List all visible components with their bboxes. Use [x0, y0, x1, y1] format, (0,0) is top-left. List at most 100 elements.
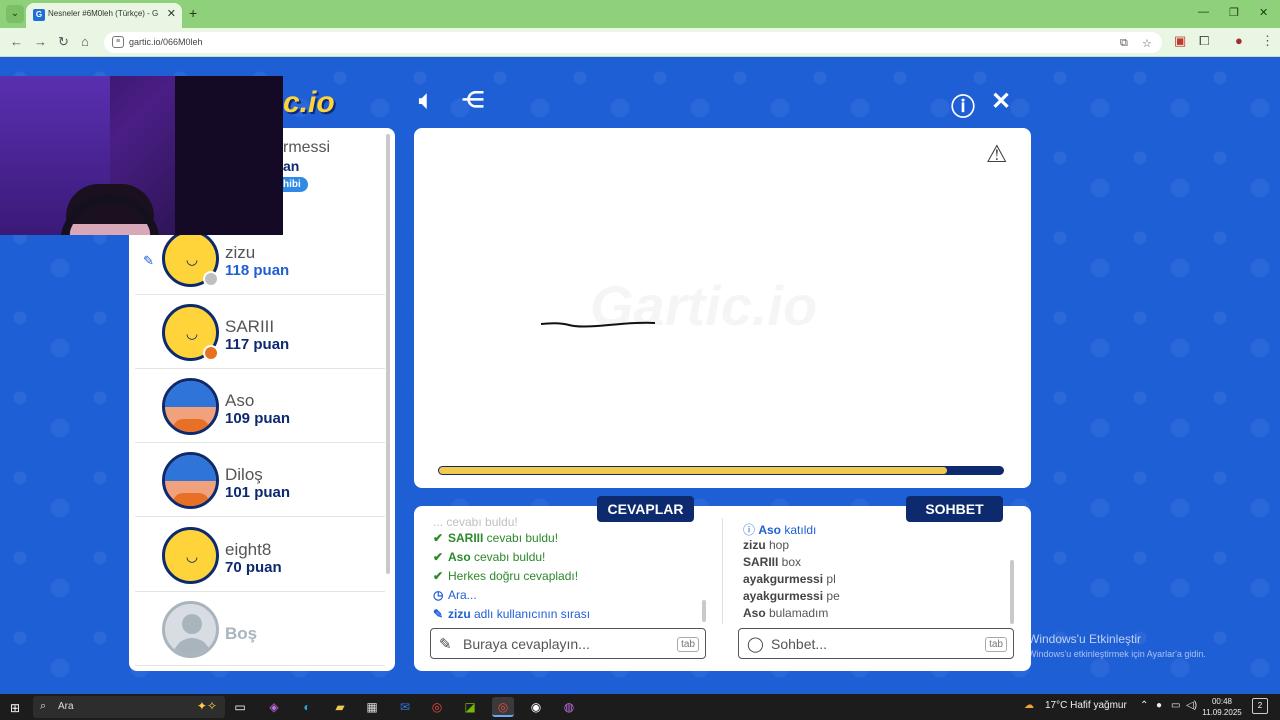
- file-explorer-icon[interactable]: ▰: [329, 697, 351, 717]
- player-score: 109 puan: [225, 410, 291, 427]
- chat-text: katıldı: [781, 523, 817, 537]
- back-icon[interactable]: ←: [10, 34, 23, 49]
- player-name: Diloş: [225, 465, 263, 484]
- obs-icon[interactable]: ◉: [525, 697, 547, 717]
- task-view-icon[interactable]: ▭: [229, 697, 251, 717]
- answer-input-box[interactable]: ✎ tab: [430, 628, 706, 659]
- answer-status-icon: ◷: [433, 588, 444, 602]
- answer-status-icon: ✔: [433, 550, 444, 564]
- weather-icon: ☁: [1024, 700, 1034, 711]
- tab-close-icon[interactable]: ✕: [167, 7, 176, 20]
- info-icon[interactable]: ⓘ: [951, 87, 975, 122]
- address-bar: ← → ↻ ⌂ ≡ gartic.io/066M0leh ⧉ ☆ ▣ ⧠ ● ⋮: [0, 28, 1280, 57]
- player-list-scrollbar[interactable]: [386, 134, 390, 574]
- home-icon[interactable]: ⌂: [81, 34, 89, 49]
- chat-text: bulamadım: [765, 606, 829, 620]
- drawn-stroke: [540, 321, 656, 328]
- player-row[interactable]: Diloş 101 puan: [135, 443, 385, 517]
- close-game-icon[interactable]: ✕: [991, 87, 1011, 116]
- chat-tab-hint: tab: [985, 637, 1007, 652]
- weather-text[interactable]: 17°C Hafif yağmur: [1045, 700, 1127, 711]
- windows-start-icon[interactable]: ⊞: [10, 701, 20, 715]
- answer-line: ◷ Ara...: [433, 588, 477, 602]
- round-timer-fill: [439, 467, 947, 474]
- bookmark-star-icon[interactable]: ☆: [1142, 37, 1152, 50]
- close-window-button[interactable]: ✕: [1259, 6, 1268, 19]
- clock-date: 11.09.2025: [1202, 708, 1242, 717]
- chat-input-box[interactable]: ◯ tab: [738, 628, 1014, 659]
- chat-user: ayakgurmessi: [743, 589, 824, 603]
- partial-player-badge: hibi: [283, 177, 308, 192]
- player-score: 117 puan: [225, 336, 290, 353]
- browser-tab-bar: ⌄ G Nesneler #6M0leh (Türkçe) - G ✕ + — …: [0, 0, 1280, 28]
- player-row[interactable]: Aso 109 puan: [135, 369, 385, 443]
- tab-search-icon[interactable]: ⌄: [6, 5, 24, 23]
- site-info-icon[interactable]: ≡: [112, 36, 124, 48]
- chat-scrollbar[interactable]: [1010, 560, 1014, 624]
- browser-tab[interactable]: G Nesneler #6M0leh (Türkçe) - G ✕: [26, 3, 182, 28]
- extensions-puzzle-icon[interactable]: ⧠: [1199, 33, 1209, 49]
- outlook-icon[interactable]: ✉: [394, 697, 416, 717]
- player-row[interactable]: ◡ SARIII 117 puan: [135, 295, 385, 369]
- join-info-icon: ⓘ: [743, 523, 759, 537]
- player-score: 70 puan: [225, 559, 282, 576]
- drawing-canvas[interactable]: Gartic.io ⚠: [414, 128, 1031, 488]
- microphone-icon[interactable]: ●: [1156, 700, 1162, 711]
- forward-icon[interactable]: →: [34, 34, 47, 49]
- chat-user: zizu: [743, 538, 766, 552]
- chat-bubble-icon: ◯: [747, 636, 764, 653]
- reload-icon[interactable]: ↻: [58, 34, 69, 50]
- profile-avatar-icon[interactable]: ●: [1235, 33, 1243, 48]
- taskbar-search[interactable]: ⌕ Ara ✦✧: [33, 696, 225, 718]
- answer-line: ✎ zizu adlı kullanıcının sırası: [433, 607, 590, 621]
- discord-icon[interactable]: ◍: [558, 697, 580, 717]
- chat-label: SOHBET: [906, 496, 1003, 522]
- chat-input[interactable]: [771, 635, 971, 653]
- network-icon[interactable]: ▭: [1171, 700, 1180, 711]
- chat-message: SARIII box: [743, 555, 801, 569]
- copilot-icon[interactable]: ◈: [263, 697, 285, 717]
- answer-status-icon: ✎: [433, 607, 444, 621]
- answer-user: SARIII: [448, 531, 484, 545]
- partial-player-name: rmessi: [283, 139, 331, 156]
- chat-message: ⓘ Aso katıldı: [743, 521, 816, 538]
- player-row[interactable]: ◡ eight8 70 puan: [135, 518, 385, 592]
- new-tab-button[interactable]: +: [189, 5, 197, 21]
- tab-title: Nesneler #6M0leh (Türkçe) - G: [48, 9, 159, 18]
- extension-icon[interactable]: ▣: [1174, 33, 1186, 49]
- search-highlight-icon: ✦✧: [196, 699, 217, 713]
- notification-count[interactable]: 2: [1252, 698, 1268, 714]
- taskbar-search-text: Ara: [58, 701, 74, 712]
- nvidia-icon[interactable]: ◪: [459, 697, 481, 717]
- menu-dots-icon[interactable]: ⋮: [1261, 33, 1274, 49]
- store-icon[interactable]: ▦: [361, 697, 383, 717]
- volume-icon[interactable]: ◁): [1186, 700, 1197, 711]
- answer-text: cevabı buldu!: [483, 531, 559, 545]
- share-icon[interactable]: ⋲: [462, 87, 484, 113]
- url-field[interactable]: ≡ gartic.io/066M0leh ⧉ ☆: [104, 32, 1162, 53]
- answer-status-icon: ✔: [433, 531, 444, 545]
- answer-user: Aso: [448, 550, 471, 564]
- cast-icon[interactable]: ⧉: [1120, 37, 1128, 50]
- player-name: Aso: [225, 391, 255, 410]
- panel-divider: [722, 518, 723, 624]
- speaker-icon[interactable]: 🔈︎: [419, 87, 433, 115]
- player-row[interactable]: Boş: [135, 592, 385, 666]
- webcam-overlay: [0, 76, 283, 235]
- chat-text: hop: [765, 538, 790, 552]
- restore-button[interactable]: ❐: [1229, 6, 1239, 19]
- player-name: Boş: [225, 624, 258, 643]
- windows-activate-title: Windows'u Etkinleştir: [1028, 632, 1141, 646]
- edge-icon[interactable]: ◐: [296, 697, 318, 717]
- chat-message: zizu hop: [743, 538, 789, 552]
- url-text: gartic.io/066M0leh: [129, 37, 203, 47]
- minimize-button[interactable]: —: [1198, 6, 1209, 18]
- tray-chevron-icon[interactable]: ⌃: [1140, 700, 1148, 711]
- answer-text: cevabı buldu!: [470, 550, 546, 564]
- answer-input[interactable]: [463, 635, 663, 653]
- chrome-active-icon[interactable]: ◎: [492, 697, 514, 717]
- taskbar-clock[interactable]: 00:48 11.09.2025: [1200, 696, 1244, 718]
- report-warning-icon[interactable]: ⚠: [986, 140, 1008, 169]
- answers-scrollbar[interactable]: [702, 600, 706, 622]
- chrome-icon[interactable]: ◎: [426, 697, 448, 717]
